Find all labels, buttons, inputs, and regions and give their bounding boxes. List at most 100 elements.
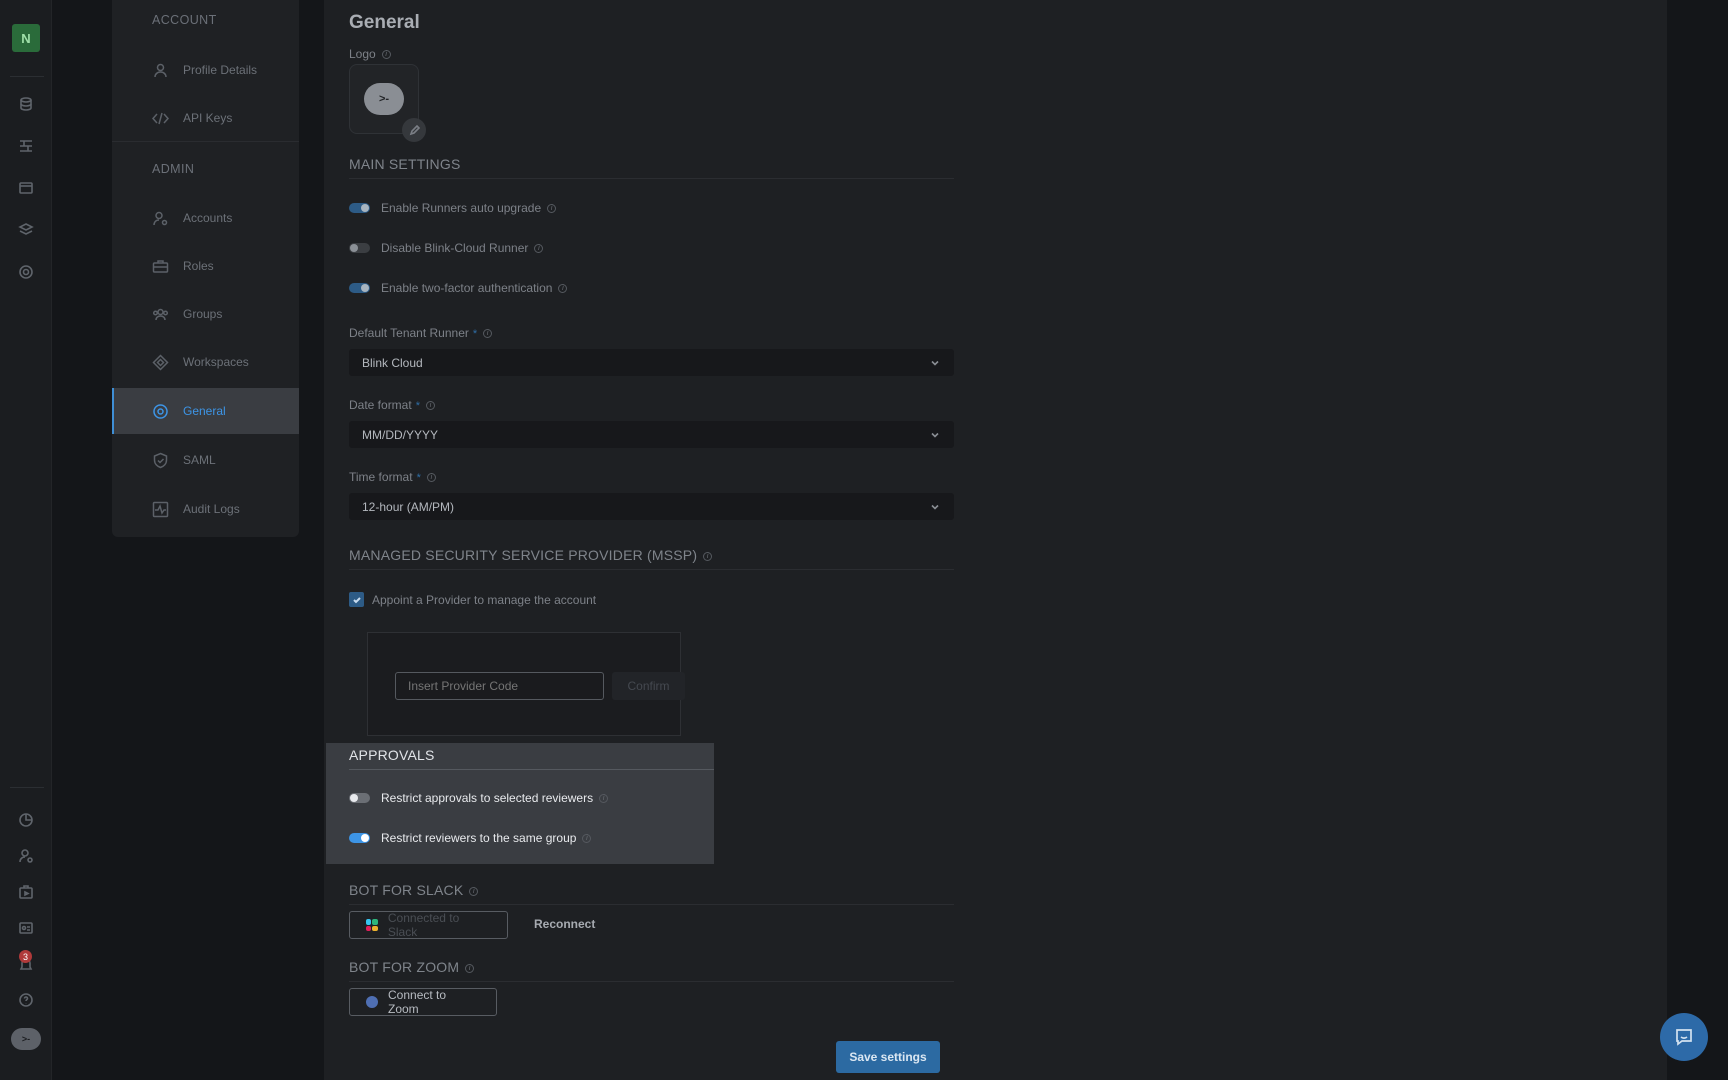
toggle-row-restrict-approvals: Restrict approvals to selected reviewers… (349, 791, 609, 805)
section-slack: BOT FOR SLACK i (349, 882, 954, 905)
reconnect-slack-button[interactable]: Reconnect (534, 917, 595, 931)
toggle-label: Enable Runners auto upgrade (381, 201, 542, 215)
time-format-select[interactable]: 12-hour (AM/PM) (349, 493, 954, 520)
info-icon[interactable]: i (426, 473, 436, 483)
restrict-reviewers-toggle[interactable] (349, 833, 370, 843)
info-icon[interactable]: i (558, 283, 568, 293)
nav-item-saml[interactable]: SAML (112, 437, 299, 483)
nav-item-label: General (183, 404, 226, 418)
nav-item-profile-details[interactable]: Profile Details (112, 47, 299, 93)
info-icon[interactable]: i (599, 793, 609, 803)
edit-logo-button[interactable] (402, 118, 426, 142)
user-icon (151, 61, 169, 79)
workspace-avatar[interactable]: N (12, 24, 40, 52)
nav-item-groups[interactable]: Groups (112, 291, 299, 337)
runners-auto-upgrade-toggle[interactable] (349, 203, 370, 213)
flows-icon[interactable] (16, 136, 36, 156)
provider-code-box: Confirm (367, 632, 685, 736)
window-icon[interactable] (16, 178, 36, 198)
connected-to-slack-button[interactable]: Connected to Slack (349, 911, 508, 939)
info-icon[interactable]: i (425, 401, 435, 411)
field-label: Time format (349, 470, 413, 484)
activity-icon (151, 500, 169, 518)
runner-icon[interactable] (16, 882, 36, 902)
required-mark: * (472, 328, 478, 340)
section-title: BOT FOR SLACK (349, 882, 464, 898)
section-zoom: BOT FOR ZOOM i (349, 959, 954, 982)
section-main-settings: MAIN SETTINGS (349, 156, 954, 179)
provider-code-input[interactable] (395, 672, 604, 700)
chart-pie-icon[interactable] (16, 810, 36, 830)
nav-item-roles[interactable]: Roles (112, 243, 299, 289)
info-icon[interactable]: i (703, 551, 713, 561)
disable-cloud-runner-toggle[interactable] (349, 243, 370, 253)
date-format-select[interactable]: MM/DD/YYYY (349, 421, 954, 448)
settings-nav: ACCOUNT Profile Details API Keys ADMIN A… (112, 0, 299, 537)
nav-item-accounts[interactable]: Accounts (112, 195, 299, 241)
logo-image: >- (364, 83, 404, 115)
info-icon[interactable]: i (582, 833, 592, 843)
info-icon[interactable]: i (469, 886, 479, 896)
group-icon (151, 305, 169, 323)
toggle-label: Disable Blink-Cloud Runner (381, 241, 529, 255)
left-rail: N 3 >- (0, 0, 52, 1080)
nav-item-label: Audit Logs (183, 502, 240, 516)
info-icon[interactable]: i (547, 203, 557, 213)
nav-item-label: SAML (183, 453, 216, 467)
chat-support-button[interactable] (1660, 1013, 1708, 1061)
nav-item-general[interactable]: General (112, 388, 299, 434)
toggle-label: Enable two-factor authentication (381, 281, 553, 295)
page-title: General (349, 12, 420, 33)
nav-item-workspaces[interactable]: Workspaces (112, 339, 299, 385)
layers-icon[interactable] (16, 220, 36, 240)
nav-item-label: Roles (183, 259, 214, 273)
help-icon[interactable] (16, 990, 36, 1010)
pencil-icon (409, 124, 420, 135)
code-icon (151, 109, 169, 127)
required-mark: * (416, 472, 421, 484)
nav-item-api-keys[interactable]: API Keys (112, 95, 299, 141)
date-format-label: Date format * i (349, 398, 435, 412)
chevron-down-icon (930, 501, 940, 515)
user-gear-icon[interactable] (16, 846, 36, 866)
default-runner-label: Default Tenant Runner * i (349, 326, 493, 340)
toggle-label: Restrict approvals to selected reviewers (381, 791, 594, 805)
toggle-row-disable-cloud-runner: Disable Blink-Cloud Runner i (349, 241, 544, 255)
target-icon[interactable] (16, 262, 36, 282)
mssp-checkbox-row: Appoint a Provider to manage the account (349, 592, 596, 607)
save-settings-button[interactable]: Save settings (836, 1041, 940, 1073)
field-label: Date format (349, 398, 412, 412)
two-factor-toggle[interactable] (349, 283, 370, 293)
info-icon[interactable]: i (483, 329, 493, 339)
id-card-icon[interactable] (16, 918, 36, 938)
section-mssp: MANAGED SECURITY SERVICE PROVIDER (MSSP)… (349, 547, 954, 570)
user-avatar[interactable]: >- (11, 1028, 41, 1050)
button-label: Connected to Slack (387, 911, 460, 939)
toggle-row-restrict-reviewers: Restrict reviewers to the same group i (349, 831, 592, 845)
nav-item-label: Accounts (183, 211, 233, 225)
info-icon[interactable]: i (534, 243, 544, 253)
chevron-down-icon (930, 357, 940, 371)
nav-section-admin: ADMIN (152, 162, 195, 176)
confirm-button[interactable]: Confirm (612, 672, 685, 700)
database-icon[interactable] (16, 94, 36, 114)
nav-item-audit-logs[interactable]: Audit Logs (112, 486, 299, 532)
nav-item-label: Workspaces (183, 355, 249, 369)
logo-label: Logo i (349, 47, 391, 61)
appoint-provider-checkbox[interactable] (349, 592, 364, 607)
connect-to-zoom-button[interactable]: Connect to Zoom (349, 988, 497, 1016)
checkbox-label: Appoint a Provider to manage the account (372, 592, 597, 607)
toggle-row-runners-auto-upgrade: Enable Runners auto upgrade i (349, 201, 557, 215)
rail-divider (10, 787, 44, 788)
restrict-approvals-toggle[interactable] (349, 793, 370, 803)
select-value: MM/DD/YYYY (362, 427, 439, 442)
notification-badge: 3 (19, 950, 32, 963)
toggle-label: Restrict reviewers to the same group (381, 831, 577, 845)
info-icon[interactable]: i (381, 50, 391, 60)
default-runner-select[interactable]: Blink Cloud (349, 349, 954, 376)
approvals-section: APPROVALS Restrict approvals to selected… (326, 743, 714, 864)
info-icon[interactable]: i (465, 963, 475, 973)
section-title: MANAGED SECURITY SERVICE PROVIDER (MSSP) (349, 547, 698, 563)
nav-section-account: ACCOUNT (152, 13, 217, 27)
briefcase-icon (151, 257, 169, 275)
